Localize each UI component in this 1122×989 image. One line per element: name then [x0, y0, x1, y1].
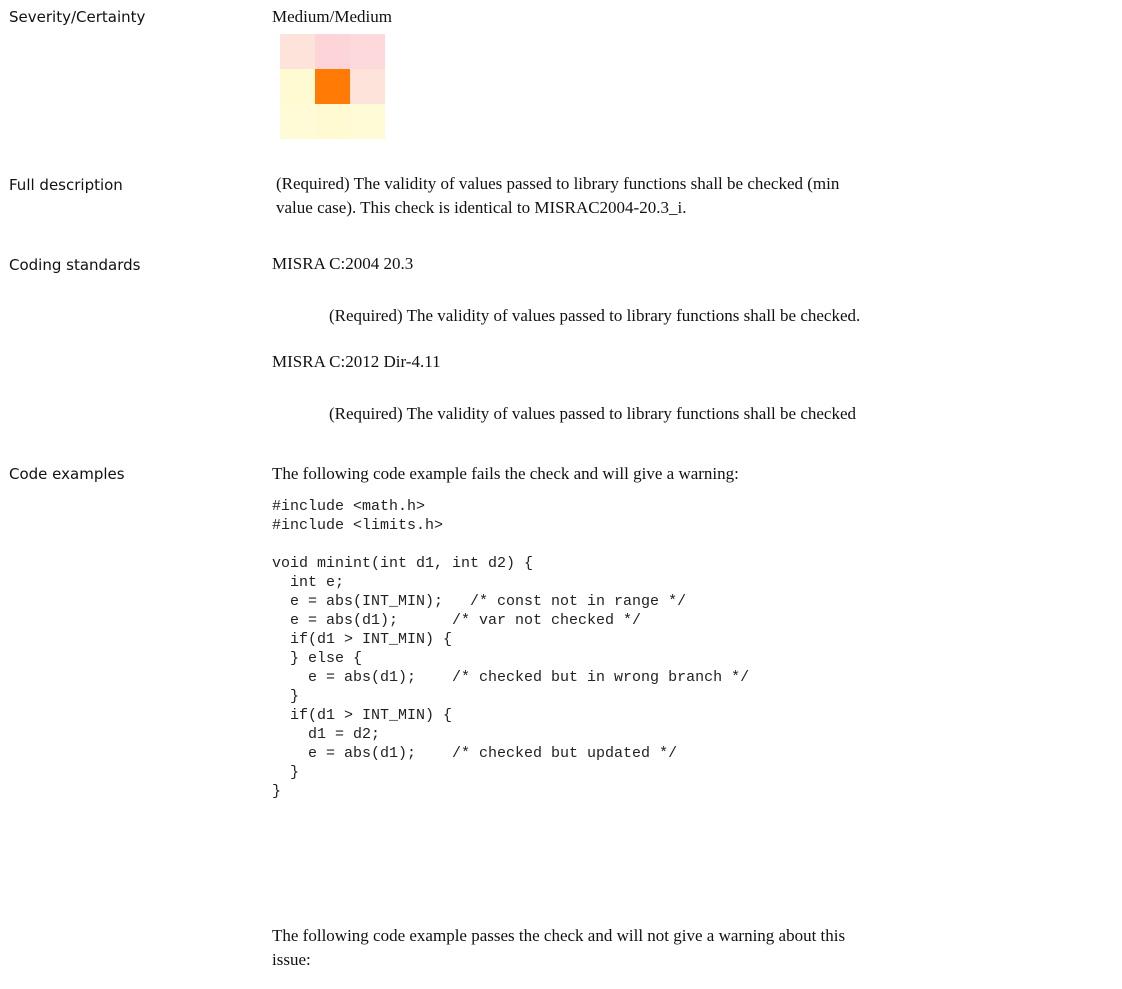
coding-standard-description: (Required) The validity of values passed…	[329, 404, 856, 423]
matrix-cell	[350, 34, 385, 69]
matrix-cell-highlighted	[315, 69, 350, 104]
fail-example-intro: The following code example fails the che…	[272, 464, 739, 483]
severity-label: Severity/Certainty	[9, 8, 146, 26]
severity-value: Medium/Medium	[272, 7, 392, 26]
matrix-cell	[315, 34, 350, 69]
coding-standards-label: Coding standards	[9, 256, 141, 274]
code-examples-label: Code examples	[9, 465, 125, 483]
full-description-text: (Required) The validity of values passed…	[276, 174, 840, 217]
fail-code-block: #include <math.h> #include <limits.h> vo…	[272, 498, 750, 800]
full-description-label: Full description	[9, 176, 123, 194]
pass-example-intro: The following code example passes the ch…	[272, 926, 846, 969]
matrix-cell	[280, 34, 315, 69]
severity-certainty-matrix	[280, 34, 385, 139]
matrix-cell	[350, 104, 385, 139]
matrix-cell	[280, 104, 315, 139]
coding-standard-name: MISRA C:2004 20.3	[272, 254, 414, 273]
matrix-cell	[315, 104, 350, 139]
matrix-cell	[350, 69, 385, 104]
coding-standard-description: (Required) The validity of values passed…	[329, 306, 861, 325]
matrix-cell	[280, 69, 315, 104]
coding-standard-name: MISRA C:2012 Dir-4.11	[272, 352, 441, 371]
